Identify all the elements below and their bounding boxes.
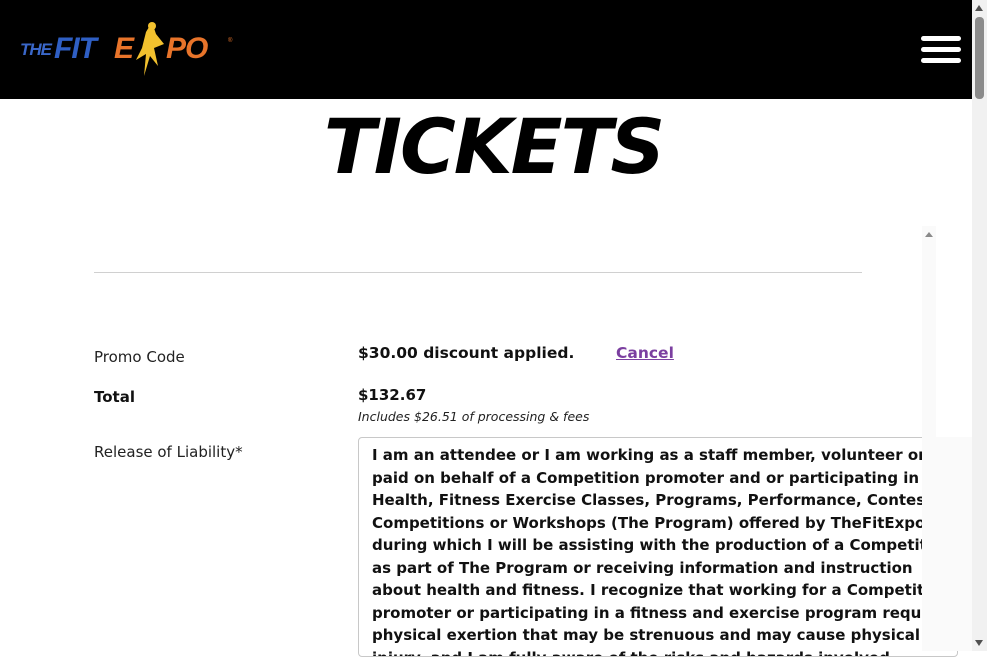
cancel-promo-link[interactable]: Cancel (616, 344, 674, 362)
svg-text:PO: PO (166, 32, 208, 65)
release-of-liability-label: Release of Liability* (94, 443, 243, 461)
svg-text:THE: THE (20, 40, 53, 59)
total-value: $132.67 (358, 386, 427, 404)
fitexpo-logo[interactable]: THE FIT E PO ® (18, 18, 238, 80)
site-header: THE FIT E PO ® (0, 0, 972, 99)
required-mark: * (235, 443, 243, 461)
discount-applied-text: $30.00 discount applied. (358, 344, 575, 362)
form-panel-edge (922, 437, 972, 651)
page-scrollbar[interactable] (972, 0, 987, 651)
release-label-text: Release of Liability (94, 443, 236, 461)
menu-hamburger-icon[interactable] (921, 36, 961, 64)
svg-text:FIT: FIT (54, 32, 100, 65)
svg-text:®: ® (228, 37, 233, 44)
scrollbar-thumb[interactable] (975, 17, 984, 99)
release-of-liability-textbox[interactable]: I am an attendee or I am working as a st… (358, 437, 958, 657)
promo-code-label: Promo Code (94, 348, 185, 366)
page-title: TICKETS (323, 102, 665, 191)
panel-scroll-up-arrow-icon[interactable] (925, 232, 933, 237)
total-label: Total (94, 388, 135, 406)
svg-text:E: E (114, 32, 135, 65)
fees-note: Includes $26.51 of processing & fees (358, 409, 590, 424)
scroll-up-arrow-icon[interactable] (975, 5, 983, 11)
release-of-liability-text: I am an attendee or I am working as a st… (372, 446, 953, 656)
scroll-down-arrow-icon[interactable] (975, 640, 983, 646)
section-divider (94, 272, 862, 273)
